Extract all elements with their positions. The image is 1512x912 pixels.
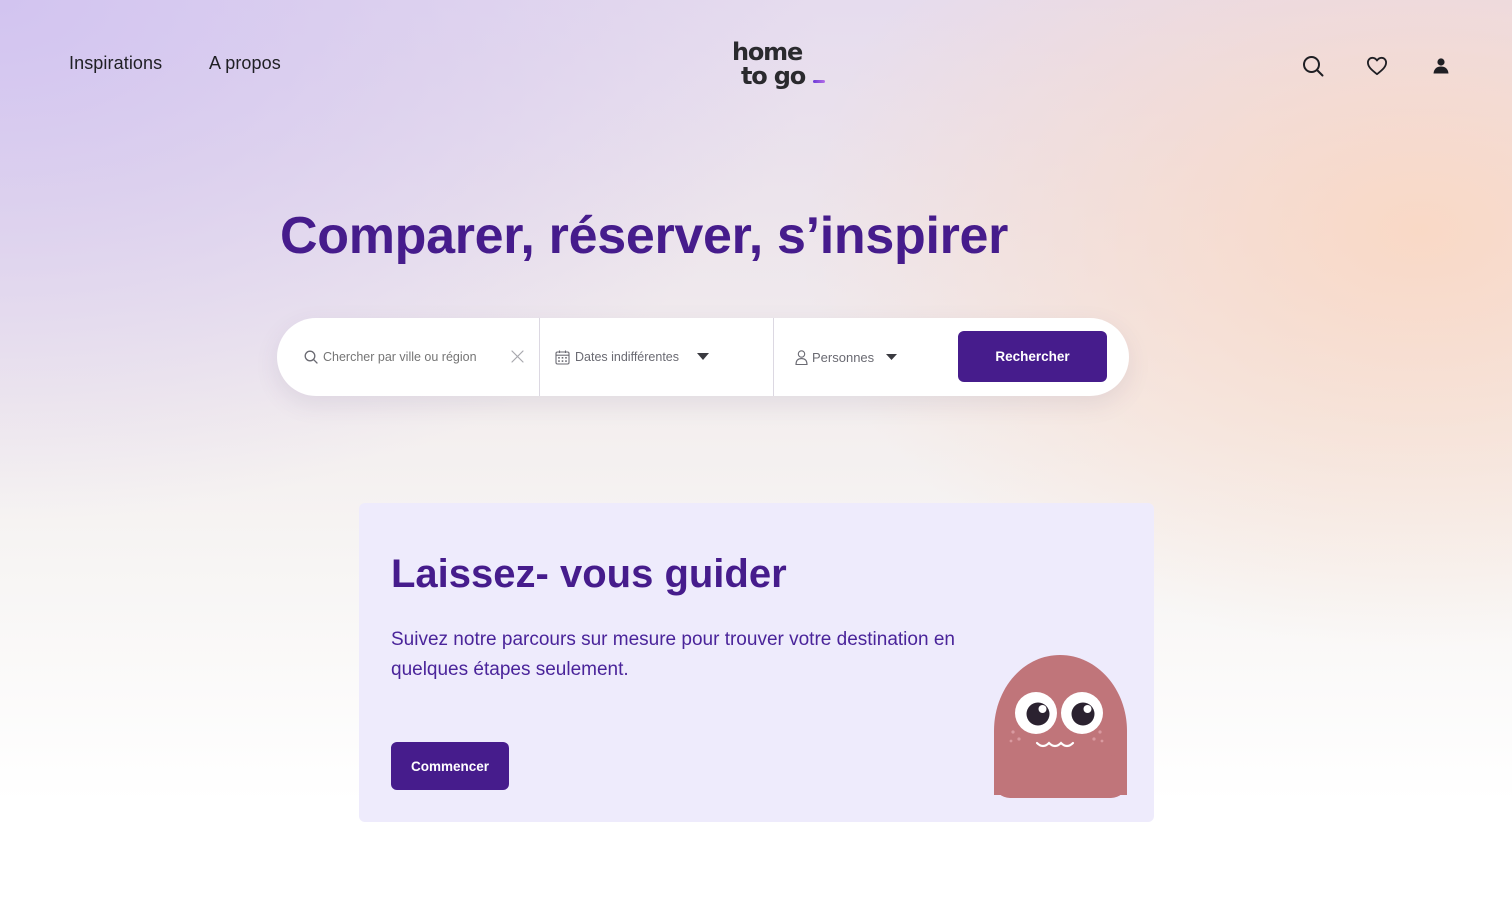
start-button[interactable]: Commencer	[391, 742, 509, 790]
guide-description: Suivez notre parcours sur mesure pour tr…	[391, 629, 955, 680]
guide-card: Laissez- vous guider Suivez notre parcou…	[359, 503, 1154, 822]
hero-title: Comparer, réserver, s’inspirer	[280, 207, 1009, 265]
dates-label: Dates indifférentes	[575, 350, 679, 364]
guide-title: Laissez- vous guider	[391, 552, 787, 596]
persons-label: Personnes	[812, 349, 875, 365]
logo-line-1: home	[732, 38, 803, 66]
search-bar: Dates indifférentes Personnes Rechercher	[277, 318, 1129, 396]
heart-icon[interactable]	[1363, 52, 1391, 80]
user-icon[interactable]	[1427, 52, 1455, 80]
chevron-down-icon	[697, 353, 709, 360]
person-icon	[795, 349, 808, 365]
divider	[539, 318, 540, 396]
persons-dropdown[interactable]: Personnes	[795, 318, 915, 396]
mascot-illustration	[993, 655, 1129, 801]
search-icon	[304, 350, 318, 364]
nav-link-inspirations[interactable]: Inspirations	[69, 53, 162, 74]
hometogo-logo[interactable]: home to go	[732, 40, 828, 94]
calendar-icon	[555, 350, 570, 365]
destination-field[interactable]	[304, 318, 526, 396]
divider	[773, 318, 774, 396]
chevron-down-icon	[886, 354, 897, 360]
nav-link-a-propos[interactable]: A propos	[209, 53, 281, 74]
search-button[interactable]: Rechercher	[958, 331, 1107, 382]
logo-accent-dash	[813, 80, 825, 83]
logo-line-2: to go	[741, 62, 806, 90]
dates-dropdown[interactable]: Dates indifférentes	[555, 318, 735, 396]
clear-icon[interactable]	[511, 350, 524, 363]
search-icon[interactable]	[1299, 52, 1327, 80]
destination-input[interactable]	[323, 350, 503, 364]
